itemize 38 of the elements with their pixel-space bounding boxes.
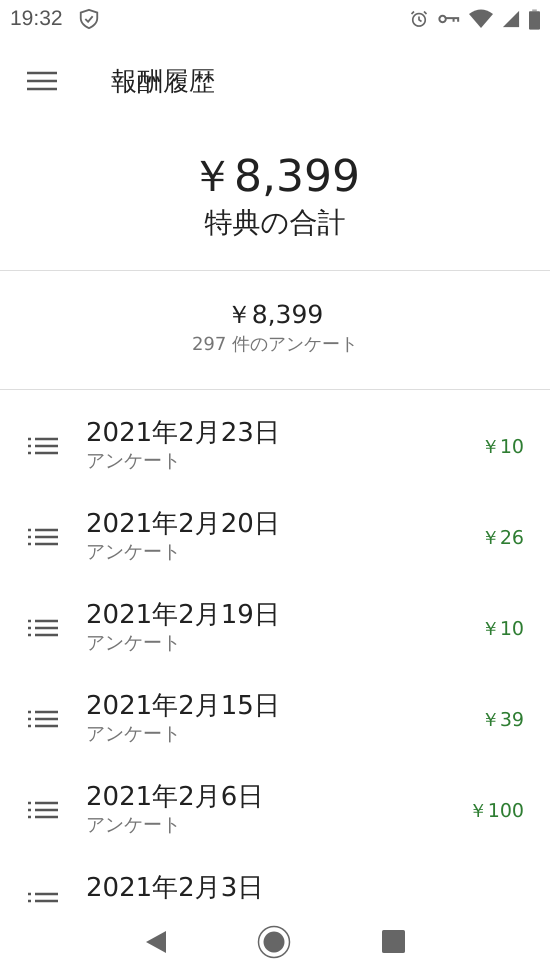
- reward-type: アンケート: [86, 449, 182, 474]
- reward-date: 2021年2月6日: [86, 783, 264, 812]
- key-icon: [438, 12, 460, 26]
- total-label: 特典の合計: [204, 205, 346, 241]
- shield-check-icon: [78, 8, 100, 30]
- reward-date: 2021年2月23日: [86, 419, 281, 448]
- list-icon: [28, 891, 58, 905]
- total-amount: ￥8,399: [190, 150, 360, 204]
- back-icon[interactable]: [145, 930, 168, 954]
- reward-type: アンケート: [86, 631, 182, 656]
- list-icon: [28, 618, 58, 638]
- battery-icon: [529, 8, 540, 30]
- list-icon: [28, 527, 58, 547]
- reward-date: 2021年2月20日: [86, 510, 281, 539]
- reward-type: アンケート: [86, 722, 182, 747]
- status-time: 19:32: [10, 7, 63, 31]
- reward-amount: ￥10: [480, 435, 524, 460]
- alarm-icon: [409, 9, 429, 29]
- survey-count: 297 件のアンケート: [192, 333, 358, 357]
- reward-date: 2021年2月3日: [86, 874, 264, 903]
- reward-amount: ￥10: [480, 617, 524, 642]
- menu-icon[interactable]: [27, 71, 57, 91]
- home-icon[interactable]: [257, 924, 292, 958]
- reward-amount: ￥26: [480, 526, 524, 551]
- summary-amount: ￥8,399: [226, 299, 324, 331]
- list-icon: [28, 709, 58, 729]
- list-icon: [28, 436, 58, 456]
- signal-icon: [502, 10, 520, 28]
- reward-date: 2021年2月19日: [86, 601, 281, 630]
- recents-icon[interactable]: [382, 930, 405, 953]
- app-title: 報酬履歴: [111, 66, 215, 98]
- reward-type: アンケート: [86, 813, 182, 838]
- reward-type: アンケート: [86, 540, 182, 565]
- reward-amount: ￥39: [480, 708, 524, 733]
- reward-amount: ￥100: [468, 799, 524, 824]
- list-icon: [28, 800, 58, 820]
- wifi-icon: [469, 9, 493, 29]
- reward-date: 2021年2月15日: [86, 692, 281, 721]
